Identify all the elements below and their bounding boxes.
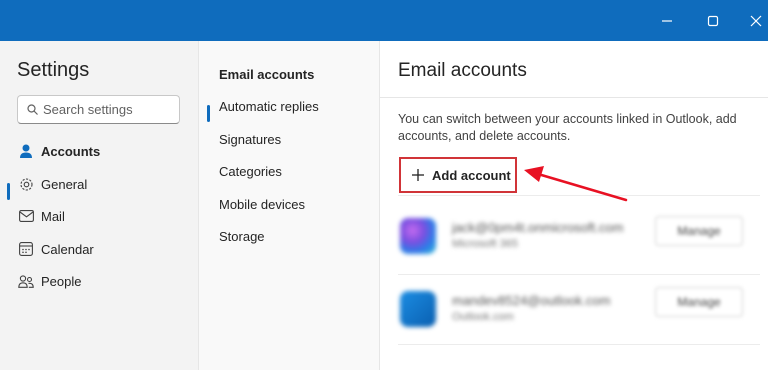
- person-icon: [18, 143, 34, 159]
- subnav-item-automatic-replies[interactable]: Automatic replies: [219, 95, 319, 117]
- divider: [398, 344, 760, 345]
- subnav-item-signatures[interactable]: Signatures: [219, 128, 281, 150]
- title-bar: [0, 0, 768, 41]
- mail-icon: [18, 208, 34, 224]
- sidebar-item-label: Mail: [41, 208, 65, 224]
- add-account-button[interactable]: Add account: [399, 157, 517, 193]
- selection-indicator: [207, 105, 210, 122]
- sidebar-item-label: General: [41, 176, 88, 192]
- minimize-icon: [662, 19, 672, 22]
- maximize-button[interactable]: [690, 0, 736, 41]
- outlook-logo: [400, 291, 436, 327]
- divider: [398, 195, 760, 196]
- account-type: Microsoft 365: [452, 238, 519, 250]
- sidebar-item-calendar[interactable]: Calendar: [8, 234, 188, 264]
- sidebar-item-mail[interactable]: Mail: [8, 201, 188, 231]
- add-account-label: Add account: [432, 167, 511, 183]
- search-input[interactable]: [43, 100, 175, 119]
- search-box[interactable]: [17, 95, 180, 124]
- settings-sidebar: Settings Accounts General Mail Calendar …: [0, 41, 199, 370]
- close-icon: [750, 15, 762, 26]
- subnav-item-email-accounts[interactable]: Email accounts: [219, 63, 314, 85]
- maximize-icon: [707, 15, 719, 26]
- search-icon: [27, 104, 38, 115]
- plus-icon: [411, 168, 425, 182]
- people-icon: [18, 273, 34, 289]
- divider: [380, 97, 768, 98]
- subnav-item-categories[interactable]: Categories: [219, 160, 282, 182]
- account-email: jack@0pm4t.onmicrosoft.com: [452, 220, 624, 235]
- settings-title: Settings: [17, 59, 90, 81]
- sidebar-item-label: Calendar: [41, 241, 94, 257]
- manage-button[interactable]: Manage: [655, 287, 743, 317]
- account-row: mandev8524@outlook.com Outlook.com Manag…: [398, 274, 760, 344]
- sidebar-item-label: People: [41, 273, 82, 289]
- email-accounts-pane: Email accounts You can switch between yo…: [380, 41, 768, 370]
- account-type: Outlook.com: [452, 311, 514, 323]
- page-title: Email accounts: [398, 60, 527, 81]
- calendar-icon: [18, 241, 34, 257]
- manage-button[interactable]: Manage: [655, 216, 743, 246]
- subnav-item-storage[interactable]: Storage: [219, 225, 265, 247]
- minimize-button[interactable]: [644, 0, 690, 41]
- sidebar-item-label: Accounts: [41, 143, 101, 159]
- account-email: mandev8524@outlook.com: [452, 293, 611, 308]
- sidebar-item-general[interactable]: General: [8, 169, 188, 199]
- subnav-item-mobile-devices[interactable]: Mobile devices: [219, 193, 305, 215]
- close-button[interactable]: [733, 0, 768, 41]
- sidebar-item-accounts[interactable]: Accounts: [8, 136, 188, 166]
- sidebar-item-people[interactable]: People: [8, 266, 188, 296]
- description-text: You can switch between your accounts lin…: [398, 112, 737, 143]
- microsoft-365-logo: [400, 218, 436, 254]
- gear-icon: [18, 176, 34, 192]
- account-row: jack@0pm4t.onmicrosoft.com Microsoft 365…: [398, 201, 760, 271]
- accounts-subnav: Email accounts Automatic replies Signatu…: [199, 41, 380, 370]
